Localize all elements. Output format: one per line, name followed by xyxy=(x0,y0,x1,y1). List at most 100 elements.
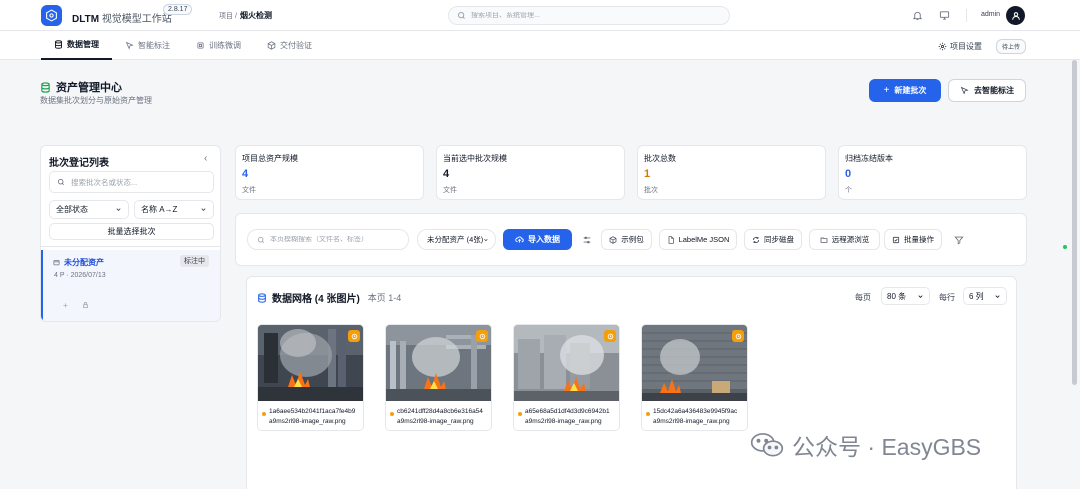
plus-icon: + xyxy=(883,85,890,96)
per-page-select[interactable]: 80 条 xyxy=(881,287,930,305)
labelme-json-button[interactable]: LabelMe JSON xyxy=(659,229,737,250)
database-icon xyxy=(258,292,266,303)
sync-disk-button[interactable]: 同步磁盘 xyxy=(744,229,802,250)
image-card[interactable]: cb6241dff28d4a8cb6e316a54 a9ms2rl98-imag… xyxy=(385,324,492,431)
status-filter-select[interactable]: 全部状态 xyxy=(49,200,129,219)
watermark: 公众号 · EasyGBS xyxy=(750,428,981,462)
monitor-icon[interactable] xyxy=(937,8,951,22)
user-name[interactable]: admin xyxy=(981,11,1000,18)
checkbox-icon xyxy=(892,236,900,243)
package-icon xyxy=(609,235,617,244)
folder-icon xyxy=(53,260,60,266)
project-settings-button[interactable]: 项目设置 xyxy=(938,41,982,52)
global-search[interactable] xyxy=(448,6,730,25)
new-batch-button[interactable]: + 新建批次 xyxy=(869,79,941,102)
bell-icon[interactable] xyxy=(910,8,924,22)
stat-value: 0 xyxy=(845,168,852,180)
chip-icon xyxy=(197,42,204,49)
pending-status-icon xyxy=(476,330,488,342)
pending-status-icon xyxy=(604,330,616,342)
tab-smart-label[interactable]: 智能标注 xyxy=(125,31,170,60)
stat-label: 当前选中批次规模 xyxy=(443,154,507,163)
page-title: 资产管理中心 xyxy=(40,79,122,95)
page-scrollbar[interactable] xyxy=(1071,60,1078,489)
batch-item[interactable]: 未分配资产 标注中 4 P · 2026/07/13 + xyxy=(41,250,220,321)
user-icon xyxy=(1011,11,1020,20)
tab-data-management[interactable]: 数据管理 xyxy=(41,31,112,60)
divider xyxy=(41,246,220,247)
stat-label: 批次总数 xyxy=(644,154,676,163)
page-search[interactable] xyxy=(247,229,409,250)
batch-name: 未分配资产 xyxy=(53,257,104,268)
batch-list-panel: 批次登记列表 ‹ 全部状态 名称 A→Z 批量选择批次 未分配资产 标注中 4 … xyxy=(40,145,221,322)
file-name: 15dc42a6a436483e9945f9ac xyxy=(653,408,738,415)
stat-card-batch-count: 批次总数 1 批次 xyxy=(637,145,826,200)
filter-icon[interactable] xyxy=(953,234,964,245)
file-name-suffix: a9ms2rl98-image_raw.png xyxy=(269,418,346,425)
scrollbar-thumb[interactable] xyxy=(1072,60,1077,385)
image-card[interactable]: 1a6aee534b2041f1aca7fe4b9 a9ms2rl98-imag… xyxy=(257,324,364,431)
search-icon xyxy=(57,178,64,185)
app-logo-icon[interactable] xyxy=(41,5,62,26)
lock-icon[interactable] xyxy=(82,301,89,309)
page-info: 本页 1-4 xyxy=(367,293,402,303)
file-name: cb6241dff28d4a8cb6e316a54 xyxy=(397,408,483,415)
tab-delivery[interactable]: 交付验证 xyxy=(267,31,312,60)
file-name-suffix: a9ms2rl98-image_raw.png xyxy=(525,418,602,425)
batch-operation-button[interactable]: 批量操作 xyxy=(884,229,942,250)
image-card[interactable]: a65e68a5d1df4d3d9c6942b1 a9ms2rl98-image… xyxy=(513,324,620,431)
batch-actions: + xyxy=(63,301,89,310)
page-search-input[interactable] xyxy=(270,236,405,243)
data-grid-header: 数据网格 (4 张图片) 本页 1-4 xyxy=(257,290,401,305)
page-subtitle: 数据集批次划分与原始资产管理 xyxy=(40,96,152,105)
module-tabs: 数据管理 智能标注 训练微调 交付验证 项目设置 待上传 xyxy=(0,31,1080,60)
avatar[interactable] xyxy=(1006,6,1025,25)
batch-list-title: 批次登记列表 xyxy=(49,158,109,169)
status-dot xyxy=(646,412,650,416)
chevron-down-icon xyxy=(918,294,923,298)
breadcrumb-project[interactable]: 烟火检测 xyxy=(240,10,272,21)
cube-icon xyxy=(267,41,276,50)
cursor-icon xyxy=(125,41,134,50)
chevron-down-icon xyxy=(201,208,206,211)
adjust-icon[interactable] xyxy=(581,234,592,245)
sort-select[interactable]: 名称 A→Z xyxy=(134,200,214,219)
pending-status-icon xyxy=(348,330,360,342)
file-name: 1a6aee534b2041f1aca7fe4b9 xyxy=(269,408,356,415)
refresh-icon xyxy=(752,236,760,243)
add-icon[interactable]: + xyxy=(63,301,68,310)
import-data-button[interactable]: 导入数据 xyxy=(503,229,572,250)
stat-unit: 文件 xyxy=(443,187,457,194)
search-icon xyxy=(257,236,264,243)
database-icon xyxy=(41,81,50,93)
breadcrumb-label: 项目 / xyxy=(219,13,237,20)
stat-value: 4 xyxy=(242,168,249,180)
per-row-select[interactable]: 6 列 xyxy=(963,287,1007,305)
go-smart-label-button[interactable]: 去智能标注 xyxy=(948,79,1026,102)
asset-filter-select[interactable]: 未分配资产 (4张) xyxy=(417,229,496,250)
image-card[interactable]: 15dc42a6a436483e9945f9ac a9ms2rl98-image… xyxy=(641,324,748,431)
stat-card-archived-versions: 归档冻结版本 0 个 xyxy=(838,145,1027,200)
stat-card-current-batch: 当前选中批次规模 4 文件 xyxy=(436,145,625,200)
global-search-input[interactable] xyxy=(471,12,711,19)
stat-unit: 文件 xyxy=(242,187,256,194)
stat-unit: 批次 xyxy=(644,187,658,194)
database-icon xyxy=(55,40,62,49)
sample-pack-button[interactable]: 示例包 xyxy=(601,229,652,250)
pending-status-icon xyxy=(732,330,744,342)
file-name: a65e68a5d1df4d3d9c6942b1 xyxy=(525,408,610,415)
batch-search[interactable] xyxy=(49,171,214,193)
batch-search-input[interactable] xyxy=(71,177,211,187)
pending-upload-badge[interactable]: 待上传 xyxy=(996,39,1027,54)
chevron-down-icon xyxy=(484,238,488,241)
batch-select-button[interactable]: 批量选择批次 xyxy=(49,223,214,240)
status-indicator-dot xyxy=(1063,245,1067,249)
stat-value: 1 xyxy=(644,168,651,180)
tab-training[interactable]: 训练微调 xyxy=(196,31,241,60)
remote-source-button[interactable]: 远程源浏览 xyxy=(809,229,880,250)
file-icon xyxy=(668,235,674,244)
collapse-icon[interactable]: ‹ xyxy=(204,153,207,164)
header-divider xyxy=(966,9,967,22)
batch-meta: 4 P · 2026/07/13 xyxy=(54,272,106,279)
stat-label: 归档冻结版本 xyxy=(845,154,893,163)
